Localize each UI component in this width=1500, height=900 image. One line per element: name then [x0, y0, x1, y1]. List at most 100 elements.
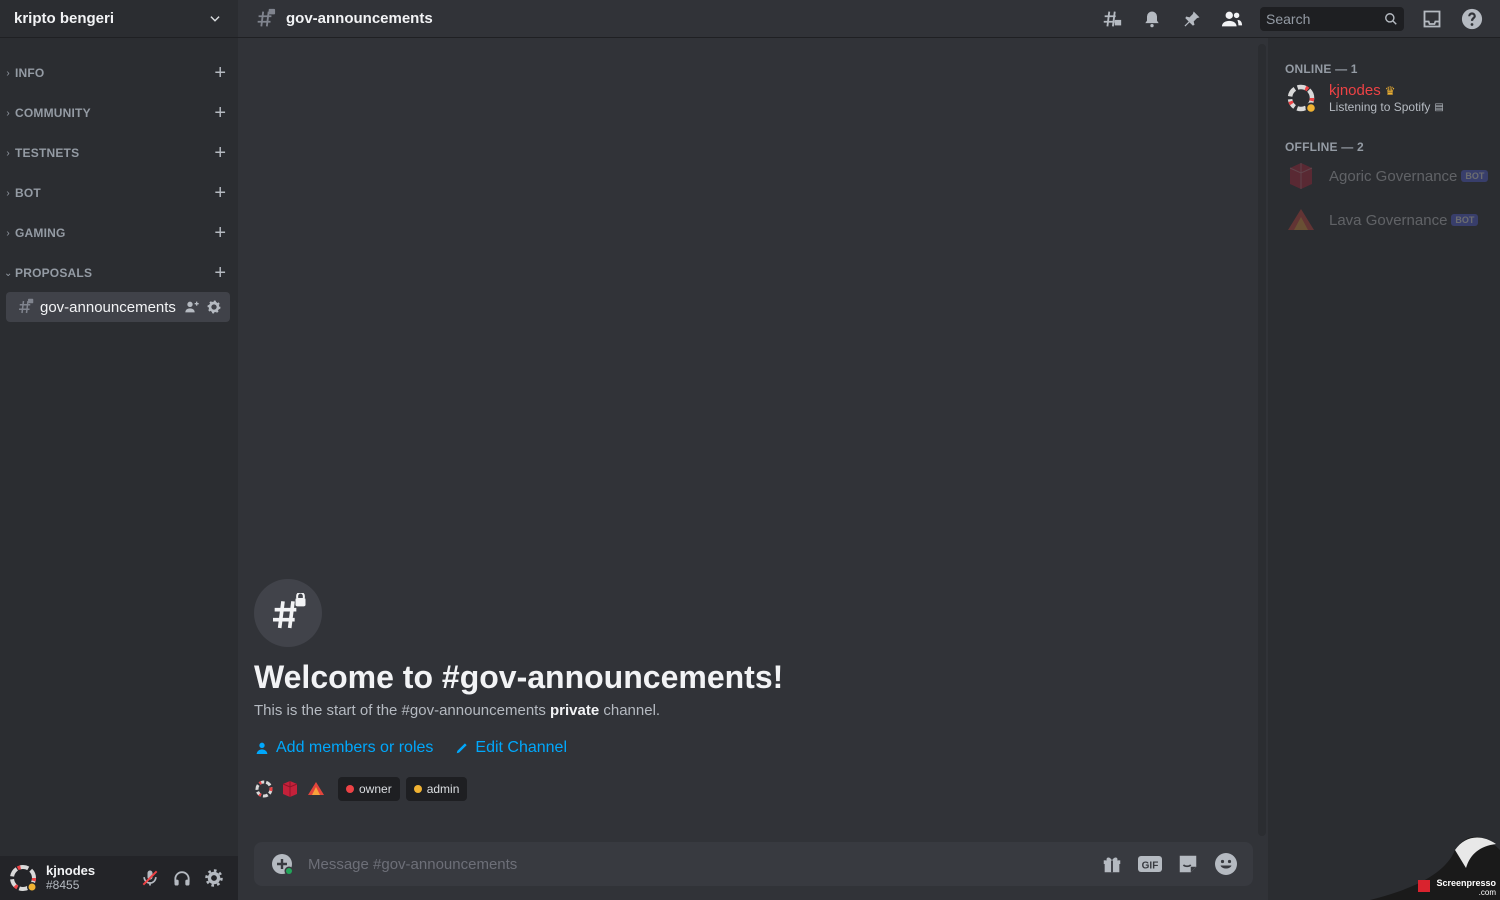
channel-sidebar: kripto bengeri › INFO + › COMMUNITY + › TES…: [0, 0, 238, 900]
pencil-icon: [457, 743, 468, 754]
member-name: Agoric Governance BOT: [1329, 168, 1489, 185]
lava-avatar[interactable]: [306, 779, 326, 799]
channel-name: gov-announcements: [40, 298, 176, 316]
category-testnets[interactable]: › TESTNETS +: [0, 128, 238, 168]
threads-button[interactable]: [1100, 7, 1124, 31]
channel-header: gov-announcements Search: [238, 0, 1500, 38]
chevron-right-icon: ›: [6, 67, 10, 79]
member-name-text: kjnodes: [1329, 82, 1381, 99]
role-color-dot: [413, 785, 422, 793]
settings-gear-icon[interactable]: [206, 299, 222, 315]
welcome-title: Welcome to #gov-announcements!: [254, 659, 784, 695]
category-info[interactable]: › INFO +: [0, 48, 238, 88]
agoric-avatar[interactable]: [280, 779, 300, 799]
notifications-button[interactable]: [1140, 7, 1164, 31]
gif-button[interactable]: GIF: [1137, 851, 1163, 877]
message-composer: GIF: [254, 842, 1253, 886]
help-icon: [1461, 8, 1483, 29]
welcome-subtitle: This is the start of the #gov-announceme…: [254, 702, 783, 719]
deafen-button[interactable]: [166, 862, 198, 894]
create-channel-icon[interactable]: +: [214, 143, 226, 168]
add-members-label: Add members or roles: [276, 739, 434, 756]
member-agoric-governance[interactable]: Agoric Governance BOT: [1268, 154, 1500, 198]
add-members-button[interactable]: Add members or roles: [254, 739, 433, 757]
welcome-subtitle-suffix: channel.: [599, 702, 661, 719]
create-channel-icon[interactable]: +: [214, 63, 226, 88]
search-placeholder: Search: [1266, 10, 1311, 27]
inbox-button[interactable]: [1420, 7, 1444, 31]
avatar[interactable]: [8, 863, 38, 893]
gift-icon: [1103, 857, 1121, 873]
welcome-subtitle-prefix: This is the start of the #gov-announceme…: [254, 702, 550, 719]
pinned-messages-button[interactable]: [1180, 7, 1204, 31]
settings-gear-icon: [205, 869, 223, 887]
server-name: kripto bengeri: [14, 10, 115, 27]
category-bot[interactable]: › BOT +: [0, 168, 238, 208]
scrollbar-track[interactable]: [1258, 44, 1266, 836]
member-list: ONLINE — 1 kjnodes ♛ Listening to Spotify…: [1268, 38, 1500, 900]
chevron-right-icon: ›: [6, 107, 10, 119]
chevron-down-icon: [210, 15, 220, 22]
pin-icon: [1184, 11, 1200, 26]
watermark-sub: .com: [1478, 888, 1496, 897]
svg-text:GIF: GIF: [1142, 861, 1159, 872]
category-label: BOT: [15, 186, 41, 200]
crown-icon: ♛: [1384, 83, 1396, 98]
role-name: owner: [359, 782, 392, 796]
channel-welcome: Welcome to #gov-announcements! This is t…: [254, 579, 783, 801]
bot-badge: BOT: [1451, 214, 1479, 226]
category-list: › INFO + › COMMUNITY + › TESTNETS + › BOT + …: [0, 38, 238, 322]
kjnodes-avatar[interactable]: [254, 779, 274, 799]
threads-icon: [1103, 11, 1122, 26]
lava-avatar: [1285, 204, 1317, 236]
attach-upload-icon[interactable]: [270, 852, 294, 876]
search-input[interactable]: Search: [1260, 6, 1404, 31]
create-channel-icon[interactable]: +: [214, 223, 226, 248]
member-name: kjnodes ♛: [1329, 82, 1444, 99]
category-gaming[interactable]: › GAMING +: [0, 208, 238, 248]
message-input[interactable]: [308, 855, 1087, 873]
create-channel-icon[interactable]: +: [214, 263, 226, 288]
role-color-dot: [346, 785, 354, 793]
category-label: TESTNETS: [15, 146, 80, 160]
emoji-button[interactable]: [1213, 851, 1239, 877]
server-header[interactable]: kripto bengeri: [0, 0, 238, 38]
user-panel: kjnodes #8455: [0, 856, 238, 900]
member-activity: Listening to Spotify ▤: [1329, 100, 1444, 114]
edit-channel-button[interactable]: Edit Channel: [455, 739, 567, 757]
mute-button[interactable]: [134, 862, 166, 894]
member-list-button[interactable]: [1220, 7, 1244, 31]
role-admin[interactable]: admin: [405, 777, 468, 801]
invite-icon[interactable]: [184, 299, 200, 315]
private-channel-icon: [257, 8, 276, 26]
channel-gov-announcements[interactable]: gov-announcements: [6, 292, 230, 322]
member-kjnodes[interactable]: kjnodes ♛ Listening to Spotify ▤: [1268, 76, 1500, 120]
edit-channel-label: Edit Channel: [475, 739, 568, 756]
member-activity-text: Listening to Spotify: [1329, 100, 1431, 114]
user-settings-button[interactable]: [198, 862, 230, 894]
member-group-online: ONLINE — 1: [1285, 62, 1358, 76]
private-channel-icon: [19, 298, 34, 314]
channel-title: gov-announcements: [286, 10, 433, 27]
create-channel-icon[interactable]: +: [214, 183, 226, 208]
help-button[interactable]: [1460, 7, 1484, 31]
chevron-right-icon: ›: [6, 187, 10, 199]
add-member-icon: [256, 742, 268, 754]
watermark-text: Screenpresso: [1436, 878, 1496, 888]
category-community[interactable]: › COMMUNITY +: [0, 88, 238, 128]
chat-area: Welcome to #gov-announcements! This is t…: [238, 38, 1266, 900]
chevron-right-icon: ›: [6, 147, 10, 159]
member-name-text: Lava Governance: [1329, 211, 1448, 229]
create-channel-icon[interactable]: +: [214, 103, 226, 128]
category-proposals[interactable]: ⌄ PROPOSALS +: [0, 248, 238, 288]
role-owner[interactable]: owner: [338, 777, 400, 801]
member-lava-governance[interactable]: Lava Governance BOT: [1268, 198, 1500, 242]
sticker-button[interactable]: [1175, 851, 1201, 877]
category-label: PROPOSALS: [15, 266, 93, 280]
chevron-down-icon: ⌄: [4, 267, 13, 279]
gift-button[interactable]: [1099, 851, 1125, 877]
screenpresso-watermark: Screenpresso .com: [1370, 830, 1500, 900]
inbox-icon: [1423, 10, 1441, 27]
username: kjnodes: [46, 863, 96, 878]
sticker-icon: [1179, 855, 1197, 873]
